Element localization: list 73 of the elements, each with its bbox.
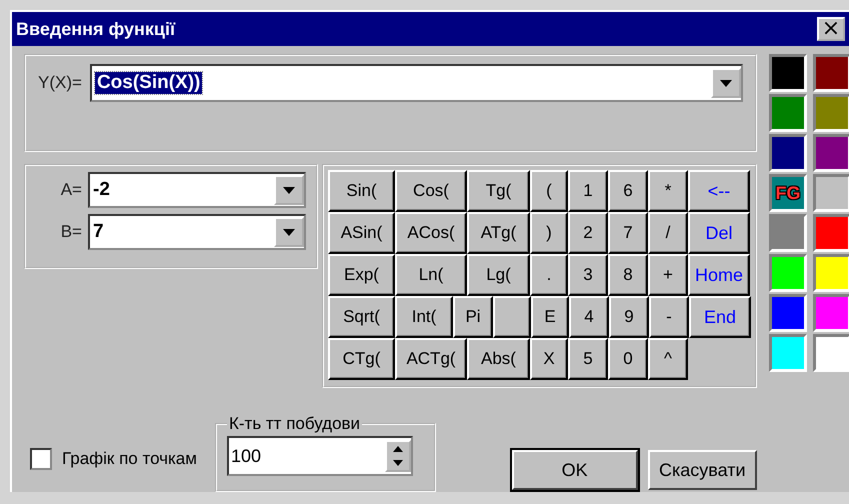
key-button[interactable]: ) [530,212,568,254]
function-combo[interactable]: Cos(Sin(X)) [90,64,743,102]
key-button[interactable]: * [648,170,688,212]
key-button[interactable]: Sin( [328,170,395,212]
key-button[interactable]: 6 [608,170,648,212]
checkbox-label: Графік по точкам [62,449,197,469]
color-swatch[interactable] [769,214,807,252]
key-button[interactable]: 0 [608,338,648,380]
key-button[interactable]: ATg( [467,212,530,254]
dialog-button[interactable]: Скасувати [648,450,757,490]
close-button[interactable]: × [817,17,845,41]
color-swatch[interactable] [813,54,849,92]
key-button[interactable]: 7 [608,212,648,254]
color-swatch[interactable] [813,214,849,252]
key-button[interactable]: CTg( [328,338,395,380]
color-swatch[interactable] [769,334,807,372]
spinner-icon[interactable] [384,440,411,472]
dialog-button[interactable]: OK [512,450,638,490]
key-button[interactable]: Int( [395,296,453,338]
key-button[interactable]: / [648,212,688,254]
key-button[interactable]: 1 [568,170,608,212]
key-button[interactable]: ASin( [328,212,395,254]
key-button[interactable]: Cos( [395,170,467,212]
group-title: К-ть тт побудови [228,414,362,434]
key-button[interactable]: ACos( [395,212,467,254]
color-swatch[interactable] [769,254,807,292]
key-button[interactable]: 2 [568,212,608,254]
key-button[interactable]: Tg( [467,170,530,212]
color-swatch[interactable] [769,134,807,172]
dropdown-icon[interactable] [274,217,304,247]
key-button[interactable]: X [530,338,568,380]
spin-field[interactable]: 100 [226,436,413,476]
key-button[interactable]: Sqrt( [328,296,395,338]
key-button[interactable]: . [530,254,568,296]
key-button[interactable]: ( [530,170,568,212]
color-swatch[interactable] [813,294,849,332]
key-button[interactable]: 3 [568,254,608,296]
key-button[interactable]: 4 [569,296,609,338]
checkbox[interactable] [30,448,52,470]
color-swatch[interactable] [769,94,807,132]
key-button[interactable]: Ln( [395,254,467,296]
key-button[interactable]: + [648,254,688,296]
dropdown-icon[interactable] [711,68,741,98]
key-button[interactable]: 9 [609,296,649,338]
range-label: A= [60,180,82,200]
color-swatch[interactable] [813,134,849,172]
key-button[interactable]: Abs( [467,338,530,380]
key-button[interactable]: Pi [453,296,493,338]
key-button[interactable]: - [649,296,689,338]
key-button[interactable]: ACTg( [395,338,467,380]
key-button[interactable]: 8 [608,254,648,296]
key-button[interactable]: Exp( [328,254,395,296]
color-swatch[interactable] [813,94,849,132]
range-combo[interactable]: -2 [88,172,306,208]
blank-key-button[interactable] [493,296,531,338]
range-combo[interactable]: 7 [88,214,306,250]
color-swatch[interactable] [769,54,807,92]
color-swatch[interactable] [813,254,849,292]
dropdown-icon[interactable] [274,175,304,205]
color-swatch[interactable] [813,174,849,212]
window-title: Введення функції [16,18,176,40]
key-button[interactable]: End [689,296,751,338]
key-button[interactable]: Lg( [467,254,530,296]
key-button[interactable]: E [531,296,569,338]
key-button[interactable]: ^ [648,338,688,380]
key-button[interactable]: <-- [688,170,750,212]
key-button[interactable]: Home [688,254,750,296]
key-button[interactable]: 5 [568,338,608,380]
color-swatch[interactable] [813,334,849,372]
key-button[interactable]: Del [688,212,750,254]
range-label: B= [60,222,82,242]
color-swatch[interactable] [769,294,807,332]
function-label: Y(X)= [38,73,82,93]
